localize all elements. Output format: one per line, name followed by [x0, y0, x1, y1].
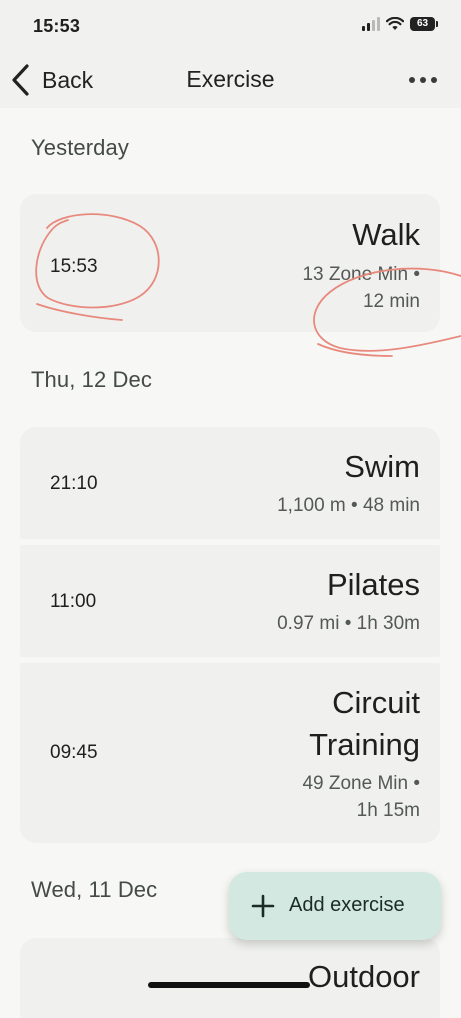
back-button[interactable]: Back — [10, 62, 93, 98]
section-header-wed-11-dec: Wed, 11 Dec — [31, 877, 158, 902]
exercise-name: Outdoor — [307, 959, 420, 994]
exercise-meta: 13 Zone Min • 12 min — [302, 264, 420, 312]
exercise-meta: 1,100 m • 48 min — [277, 495, 420, 516]
exercise-card-pilates[interactable]: 11:00 Pilates 0.97 mi • 1h 30m — [20, 545, 440, 657]
exercise-name: Walk — [352, 217, 420, 252]
home-indicator — [148, 982, 310, 988]
exercise-meta: 0.97 mi • 1h 30m — [277, 613, 420, 634]
chevron-left-icon — [12, 64, 29, 96]
battery-icon: 63 — [410, 17, 438, 31]
plus-icon — [251, 894, 275, 918]
status-icons: 63 — [362, 17, 438, 31]
more-dot-icon — [431, 77, 437, 83]
exercise-time: 11:00 — [50, 591, 97, 612]
exercise-meta: 49 Zone Min • 1h 15m — [302, 773, 420, 821]
exercise-card-walk[interactable]: 15:53 Walk 13 Zone Min • 12 min — [20, 194, 440, 332]
more-options-button[interactable] — [409, 68, 437, 92]
back-label: Back — [42, 66, 94, 93]
more-dot-icon — [409, 77, 415, 83]
status-time: 15:53 — [33, 16, 81, 36]
exercise-name: Pilates — [326, 567, 420, 602]
exercise-card-swim[interactable]: 21:10 Swim 1,100 m • 48 min — [20, 427, 440, 539]
more-dot-icon — [420, 77, 426, 83]
add-exercise-label: Add exercise — [289, 894, 405, 916]
status-bar: 15:53 63 — [0, 0, 461, 52]
app-bar: Back Exercise — [0, 52, 461, 108]
section-header-yesterday: Yesterday — [31, 135, 129, 160]
add-exercise-button[interactable]: Add exercise — [229, 872, 441, 940]
exercise-name: Swim — [344, 449, 420, 484]
signal-icon — [362, 17, 380, 31]
section-header-thu-12-dec: Thu, 12 Dec — [31, 367, 152, 392]
exercise-time: 21:10 — [50, 473, 98, 494]
exercise-time: 09:45 — [50, 742, 98, 763]
wifi-icon — [386, 17, 404, 30]
exercise-time: 15:53 — [50, 256, 98, 277]
exercise-name: Circuit Training — [309, 685, 420, 762]
exercise-card-outdoor[interactable]: Outdoor — [20, 938, 440, 1018]
exercise-card-circuit-training[interactable]: 09:45 Circuit Training 49 Zone Min • 1h … — [20, 663, 440, 843]
